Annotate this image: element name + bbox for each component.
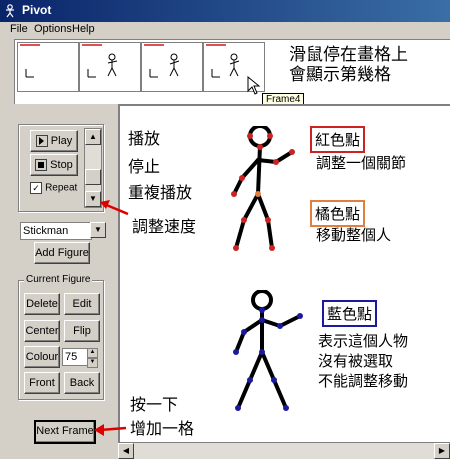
speed-slider-thumb[interactable] <box>85 169 101 185</box>
colour-value: 75 <box>65 351 78 363</box>
colour-button[interactable]: Colour <box>24 346 60 368</box>
red-point-desc: 調整一個關節 <box>316 154 407 172</box>
window-title: Pivot <box>22 3 52 17</box>
figure-type-value: Stickman <box>23 225 69 237</box>
blue-desc-line3: 不能調整移動 <box>318 372 409 390</box>
blue-point-label: 藍色點 <box>322 300 378 327</box>
orange-point-label: 橘色點 <box>310 200 366 227</box>
colour-spinner[interactable]: ▲ ▼ <box>87 348 98 368</box>
edit-button[interactable]: Edit <box>64 293 100 315</box>
stop-button[interactable]: Stop <box>30 154 78 176</box>
menu-bar: File Options Help <box>0 22 450 38</box>
next-frame-arrow-icon <box>94 424 127 436</box>
menu-file[interactable]: File <box>10 23 28 35</box>
back-button[interactable]: Back <box>64 372 100 394</box>
timeline-note-line2: 會顯示第幾格 <box>289 65 391 85</box>
annotation-speed: 調整速度 <box>132 217 197 236</box>
annotation-next-2: 增加一格 <box>130 419 195 438</box>
current-figure-title: Current Figure <box>24 274 93 285</box>
frame-thumbnail-2[interactable] <box>79 42 141 92</box>
checkbox-check-icon: ✓ <box>30 182 42 195</box>
stickman-selected[interactable] <box>220 126 310 256</box>
annotation-stop: 停止 <box>128 157 161 176</box>
blue-desc-line2: 沒有被選取 <box>318 352 394 370</box>
repeat-label: Repeat <box>45 182 78 194</box>
control-panel: Play Stop ✓ Repeat ▲ ▼ Stickman ▼ Add Fi… <box>0 104 118 458</box>
orange-handle-point[interactable] <box>255 191 261 197</box>
orange-point-desc: 移動整個人 <box>316 226 392 244</box>
colour-value-input[interactable]: 75 <box>62 348 88 366</box>
title-bar: Pivot <box>0 0 450 22</box>
frame-thumbnail-1[interactable] <box>17 42 79 92</box>
next-frame-button[interactable]: Next Frame <box>34 420 96 444</box>
play-button[interactable]: Play <box>30 130 78 152</box>
scroll-left-icon[interactable]: ◀ <box>118 443 134 459</box>
mouse-cursor-icon <box>247 76 261 95</box>
menu-options[interactable]: Options <box>34 23 72 35</box>
center-button[interactable]: Center <box>24 320 60 342</box>
frame-thumbnail-3[interactable] <box>141 42 203 92</box>
annotation-next-1: 按一下 <box>130 395 179 414</box>
menu-help[interactable]: Help <box>72 23 95 35</box>
delete-button[interactable]: Delete <box>24 293 60 315</box>
frame-timeline: 滑鼠停在畫格上 會顯示第幾格 <box>14 39 450 105</box>
dropdown-arrow-icon[interactable]: ▼ <box>90 222 106 238</box>
add-figure-button[interactable]: Add Figure <box>34 242 90 264</box>
annotation-repeat: 重複播放 <box>128 183 193 202</box>
flip-button[interactable]: Flip <box>64 320 100 342</box>
canvas-horizontal-scrollbar[interactable]: ◀ ▶ <box>118 442 450 459</box>
stop-icon <box>35 159 48 172</box>
pivot-app-icon <box>6 4 14 18</box>
play-label: Play <box>50 135 73 147</box>
spin-up-icon[interactable]: ▲ <box>87 348 98 358</box>
front-button[interactable]: Front <box>24 372 60 394</box>
repeat-checkbox[interactable]: ✓ Repeat <box>30 182 78 195</box>
annotation-play: 播放 <box>128 129 161 148</box>
scroll-right-icon[interactable]: ▶ <box>434 443 450 459</box>
stop-label: Stop <box>50 159 73 171</box>
red-point-label: 紅色點 <box>310 126 366 153</box>
timeline-note-line1: 滑鼠停在畫格上 <box>289 45 408 65</box>
spin-down-icon[interactable]: ▼ <box>87 358 98 368</box>
drawing-canvas[interactable]: 播放 停止 重複播放 調整速度 紅色點 調整一個關節 橘色點 移動整個人 藍色點… <box>118 104 450 442</box>
speed-arrow-icon <box>100 200 129 216</box>
blue-desc-line1: 表示這個人物 <box>318 332 409 350</box>
scroll-up-icon[interactable]: ▲ <box>85 129 101 145</box>
stickman-unselected <box>233 290 303 411</box>
play-icon <box>35 135 48 148</box>
figure-type-select[interactable]: Stickman <box>20 222 92 240</box>
